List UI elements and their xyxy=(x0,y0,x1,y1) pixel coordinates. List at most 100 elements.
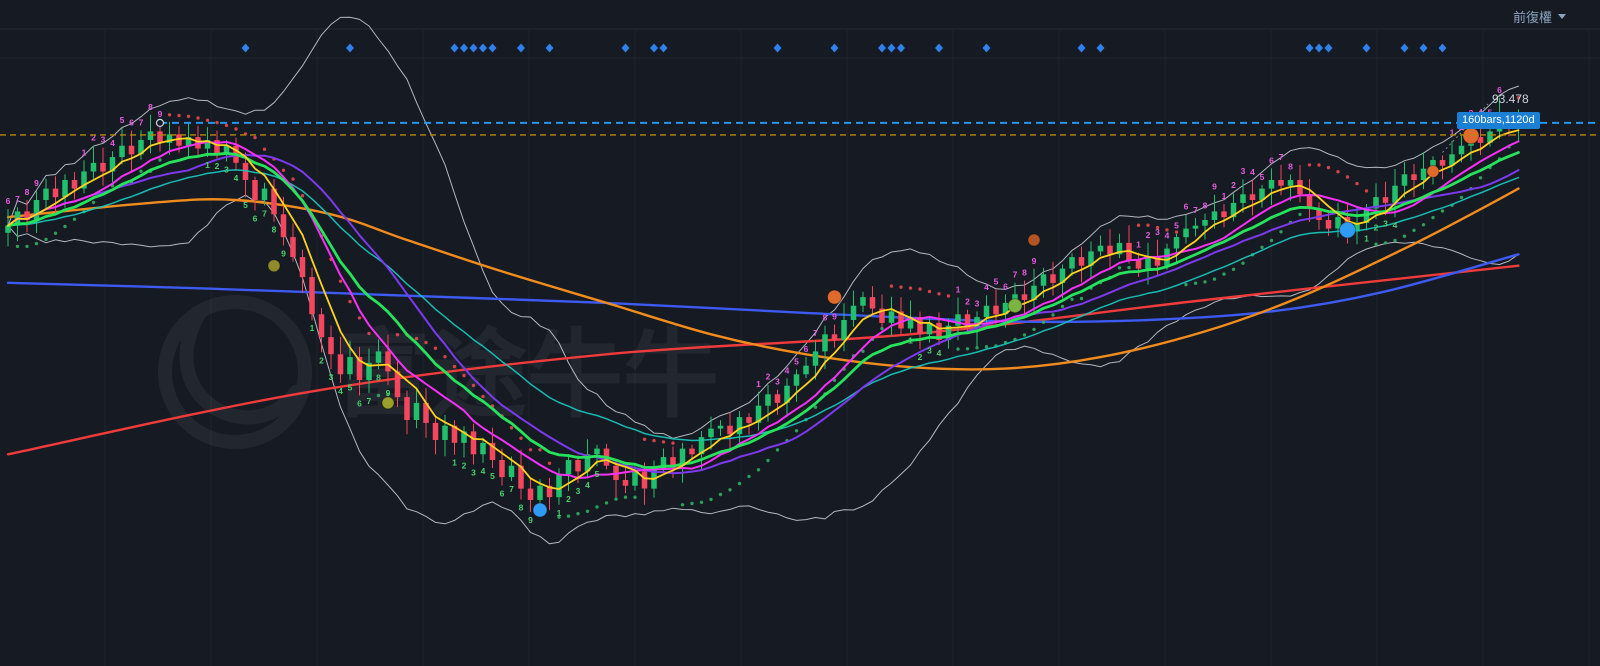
ma-line-orange xyxy=(6,187,1520,371)
svg-text:8: 8 xyxy=(1288,162,1293,172)
svg-text:8: 8 xyxy=(148,102,153,112)
svg-text:3: 3 xyxy=(576,486,581,496)
svg-text:4: 4 xyxy=(937,348,942,358)
measure-line[interactable] xyxy=(155,118,1600,128)
svg-text:3: 3 xyxy=(1241,166,1246,176)
chevron-down-icon xyxy=(1558,14,1566,19)
svg-text:8: 8 xyxy=(1022,268,1027,278)
svg-text:2: 2 xyxy=(1374,222,1379,232)
svg-text:4: 4 xyxy=(234,173,239,183)
svg-text:1: 1 xyxy=(1364,234,1369,244)
svg-text:3: 3 xyxy=(775,377,780,387)
svg-text:4: 4 xyxy=(585,480,590,490)
svg-text:7: 7 xyxy=(15,194,20,204)
svg-text:1: 1 xyxy=(557,508,562,518)
svg-text:5: 5 xyxy=(994,277,999,287)
svg-text:6: 6 xyxy=(1003,282,1008,292)
svg-text:2: 2 xyxy=(566,494,571,504)
svg-text:6: 6 xyxy=(129,118,134,128)
svg-text:1: 1 xyxy=(1136,240,1141,250)
svg-text:7: 7 xyxy=(139,117,144,127)
svg-text:3: 3 xyxy=(224,165,229,175)
svg-text:7: 7 xyxy=(1279,152,1284,162)
svg-text:8: 8 xyxy=(823,313,828,323)
svg-text:富途牛牛: 富途牛牛 xyxy=(335,322,719,429)
measure-tool-badge[interactable]: 160bars,1120d xyxy=(1457,112,1540,129)
svg-text:4: 4 xyxy=(481,466,486,476)
ma-line-blue xyxy=(6,253,1520,324)
ma-line-red xyxy=(6,264,1520,456)
svg-text:3: 3 xyxy=(927,346,932,356)
svg-text:4: 4 xyxy=(785,365,790,375)
svg-text:9: 9 xyxy=(158,109,163,119)
svg-text:9: 9 xyxy=(1032,256,1037,266)
svg-text:3: 3 xyxy=(1383,218,1388,228)
svg-text:2: 2 xyxy=(319,355,324,365)
svg-text:9: 9 xyxy=(34,178,39,188)
svg-text:5: 5 xyxy=(243,200,248,210)
svg-text:2: 2 xyxy=(918,352,923,362)
svg-text:7: 7 xyxy=(367,396,372,406)
svg-text:3: 3 xyxy=(975,298,980,308)
svg-text:8: 8 xyxy=(1203,201,1208,211)
svg-text:1: 1 xyxy=(82,147,87,157)
svg-text:7: 7 xyxy=(813,328,818,338)
svg-text:3: 3 xyxy=(101,135,106,145)
svg-text:5: 5 xyxy=(1260,172,1265,182)
svg-text:2: 2 xyxy=(462,460,467,470)
trading-chart-window: 富途牛牛 6 7 8 9 1 2 3 4 5 6 7 8 9 1 2 3 4 5 6 7 8 9 1 2 3 4 5 6 7 8 9 1 2 3 4 5… xyxy=(0,0,1600,666)
svg-text:6: 6 xyxy=(6,196,11,206)
bollinger-bands xyxy=(7,16,1519,545)
svg-text:3: 3 xyxy=(329,372,334,382)
svg-text:1: 1 xyxy=(756,379,761,389)
svg-text:4: 4 xyxy=(110,138,115,148)
grid-layer xyxy=(0,28,1600,59)
svg-text:1: 1 xyxy=(1222,191,1227,201)
svg-text:9: 9 xyxy=(281,248,286,258)
svg-text:6: 6 xyxy=(253,214,258,224)
svg-text:6: 6 xyxy=(357,399,362,409)
svg-text:1: 1 xyxy=(310,323,315,333)
svg-text:6: 6 xyxy=(500,489,505,499)
svg-text:7: 7 xyxy=(1013,270,1018,280)
svg-text:4: 4 xyxy=(338,386,343,396)
svg-text:4: 4 xyxy=(984,282,989,292)
svg-text:7: 7 xyxy=(1193,205,1198,215)
svg-text:5: 5 xyxy=(794,357,799,367)
svg-text:1: 1 xyxy=(452,458,457,468)
price-adjustment-selector[interactable]: 前復權 xyxy=(1513,7,1566,26)
svg-text:7: 7 xyxy=(509,484,514,494)
svg-text:7: 7 xyxy=(262,209,267,219)
svg-text:5: 5 xyxy=(120,115,125,125)
svg-text:5: 5 xyxy=(348,383,353,393)
svg-text:9: 9 xyxy=(528,515,533,525)
svg-text:2: 2 xyxy=(965,297,970,307)
svg-text:4: 4 xyxy=(1165,231,1170,241)
svg-text:2: 2 xyxy=(91,133,96,143)
svg-text:1: 1 xyxy=(205,160,210,170)
svg-text:5: 5 xyxy=(595,469,600,479)
price-adjustment-label: 前復權 xyxy=(1512,10,1552,25)
svg-text:9: 9 xyxy=(1212,182,1217,192)
svg-text:2: 2 xyxy=(1146,230,1151,240)
svg-text:5: 5 xyxy=(490,471,495,481)
svg-text:2: 2 xyxy=(1231,180,1236,190)
svg-text:3: 3 xyxy=(1155,227,1160,237)
svg-text:8: 8 xyxy=(25,187,30,197)
svg-text:4: 4 xyxy=(1250,167,1255,177)
svg-text:9: 9 xyxy=(832,312,837,322)
svg-text:6: 6 xyxy=(1184,202,1189,212)
svg-text:8: 8 xyxy=(272,225,277,235)
svg-text:6: 6 xyxy=(1269,156,1274,166)
svg-text:2: 2 xyxy=(766,372,771,382)
svg-text:8: 8 xyxy=(519,503,524,513)
svg-text:1: 1 xyxy=(908,336,913,346)
high-price-label: 93.478 xyxy=(1492,92,1529,106)
svg-text:3: 3 xyxy=(471,468,476,478)
svg-text:8: 8 xyxy=(376,373,381,383)
svg-text:5: 5 xyxy=(1174,221,1179,231)
price-chart-canvas[interactable]: 富途牛牛6 78912 3 45 6 7891 2 3456 7891234 56 7891 23 45… xyxy=(0,0,1600,666)
svg-text:2: 2 xyxy=(215,161,220,171)
svg-text:6: 6 xyxy=(804,344,809,354)
event-diamonds-row[interactable] xyxy=(241,43,1447,53)
